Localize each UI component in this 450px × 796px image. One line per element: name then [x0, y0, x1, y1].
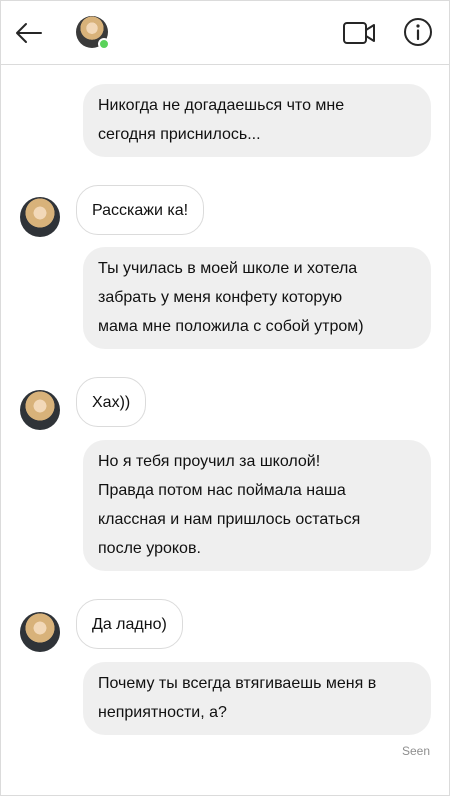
video-call-button[interactable]	[342, 18, 376, 48]
info-icon	[404, 18, 432, 46]
chat-header	[1, 1, 449, 65]
chat-window: Никогда не догадаешься что мне сегодня п…	[0, 0, 450, 796]
message-outgoing[interactable]: Никогда не догадаешься что мне сегодня п…	[83, 84, 431, 157]
video-camera-icon	[343, 22, 375, 44]
message-outgoing[interactable]: Ты училась в моей школе и хотела забрать…	[83, 247, 431, 349]
message-incoming[interactable]: Расскажи ка!	[76, 185, 205, 235]
message-outgoing[interactable]: Но я тебя проучил за школой! Правда пото…	[83, 440, 431, 571]
message-incoming[interactable]: Хах))	[76, 377, 147, 427]
message-incoming[interactable]: Да ладно)	[76, 599, 183, 649]
info-button[interactable]	[402, 16, 434, 48]
sender-avatar[interactable]	[20, 390, 60, 430]
seen-status: Seen	[401, 744, 430, 758]
sender-avatar[interactable]	[20, 612, 60, 652]
message-outgoing[interactable]: Почему ты всегда втягиваешь меня в непри…	[83, 662, 431, 735]
contact-avatar[interactable]	[76, 16, 110, 50]
online-status-dot	[98, 38, 110, 50]
sender-avatar[interactable]	[20, 197, 60, 237]
arrow-left-icon	[16, 23, 42, 43]
back-button[interactable]	[13, 17, 45, 49]
